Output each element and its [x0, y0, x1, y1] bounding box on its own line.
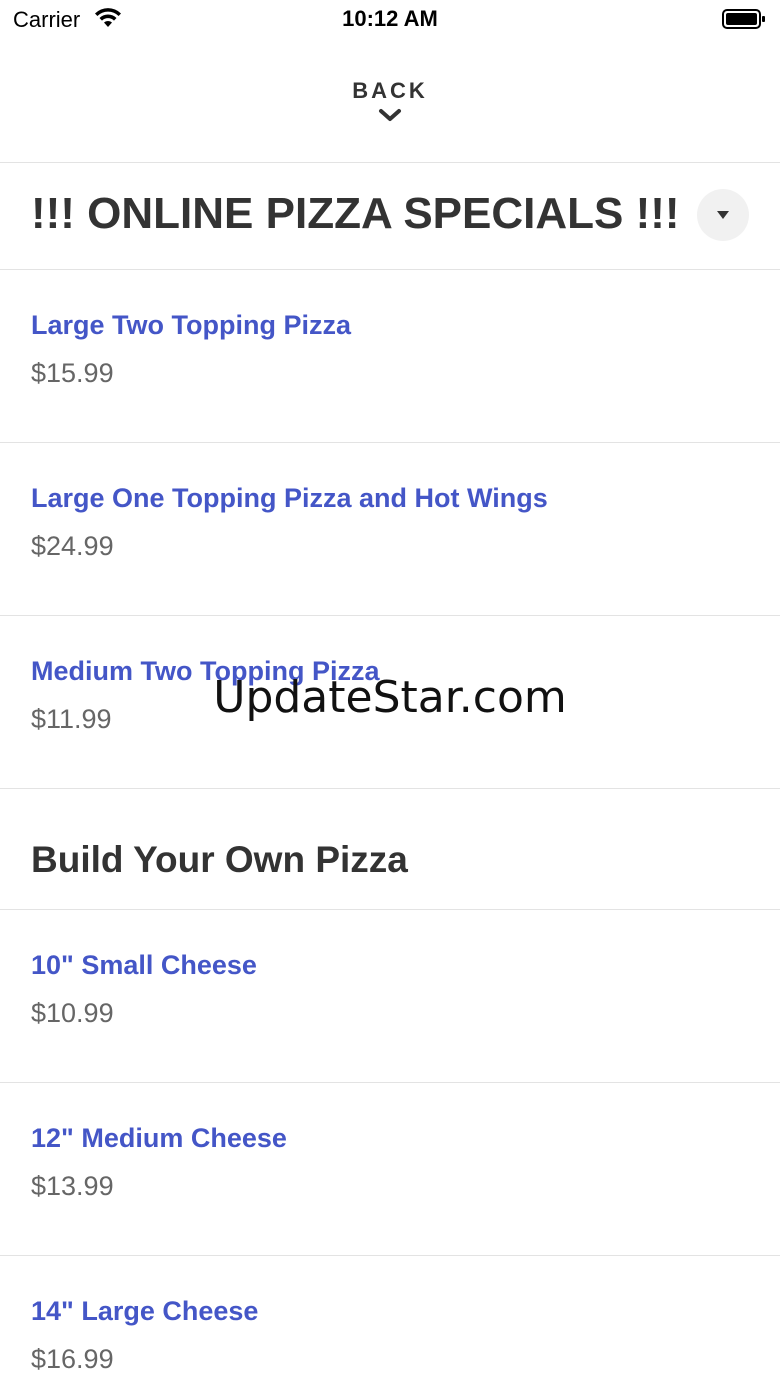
specials-section-title: !!! ONLINE PIZZA SPECIALS !!!	[31, 189, 680, 238]
menu-item-name: 12" Medium Cheese	[31, 1123, 287, 1153]
menu-item-name: Large One Topping Pizza and Hot Wings	[31, 483, 548, 513]
menu-item-price: $16.99	[31, 1344, 114, 1374]
back-button[interactable]: BACK	[300, 76, 480, 142]
menu-item-price: $13.99	[31, 1171, 114, 1201]
menu-item-price: $24.99	[31, 531, 114, 561]
menu-item-large-one-topping-hot-wings[interactable]: Large One Topping Pizza and Hot Wings $2…	[0, 443, 780, 616]
menu-item-large-cheese[interactable]: 14" Large Cheese $16.99	[0, 1256, 780, 1387]
menu-item-small-cheese[interactable]: 10" Small Cheese $10.99	[0, 910, 780, 1083]
specials-section-header: !!! ONLINE PIZZA SPECIALS !!!	[0, 163, 780, 270]
battery-full-icon	[722, 9, 765, 29]
status-time: 10:12 AM	[342, 6, 438, 31]
menu-item-medium-two-topping[interactable]: Medium Two Topping Pizza $11.99	[0, 616, 780, 789]
status-bar: Carrier 10:12 AM	[0, 0, 780, 42]
menu-item-large-two-topping[interactable]: Large Two Topping Pizza $15.99	[0, 270, 780, 443]
menu-item-name: Medium Two Topping Pizza	[31, 656, 380, 686]
build-your-own-section-header: Build Your Own Pizza	[0, 789, 780, 910]
menu-item-name: 14" Large Cheese	[31, 1296, 259, 1326]
chevron-down-icon	[379, 109, 401, 121]
specials-collapse-button[interactable]	[697, 189, 749, 241]
menu-item-name: 10" Small Cheese	[31, 950, 257, 980]
build-your-own-section-title: Build Your Own Pizza	[31, 839, 408, 880]
menu-item-price: $11.99	[31, 704, 112, 734]
menu-item-name: Large Two Topping Pizza	[31, 310, 351, 340]
menu-item-medium-cheese[interactable]: 12" Medium Cheese $13.99	[0, 1083, 780, 1256]
menu-item-price: $10.99	[31, 998, 114, 1028]
caret-down-icon	[717, 211, 729, 219]
menu-item-price: $15.99	[31, 358, 114, 388]
back-bar: BACK	[0, 42, 780, 163]
back-label: BACK	[352, 78, 428, 103]
